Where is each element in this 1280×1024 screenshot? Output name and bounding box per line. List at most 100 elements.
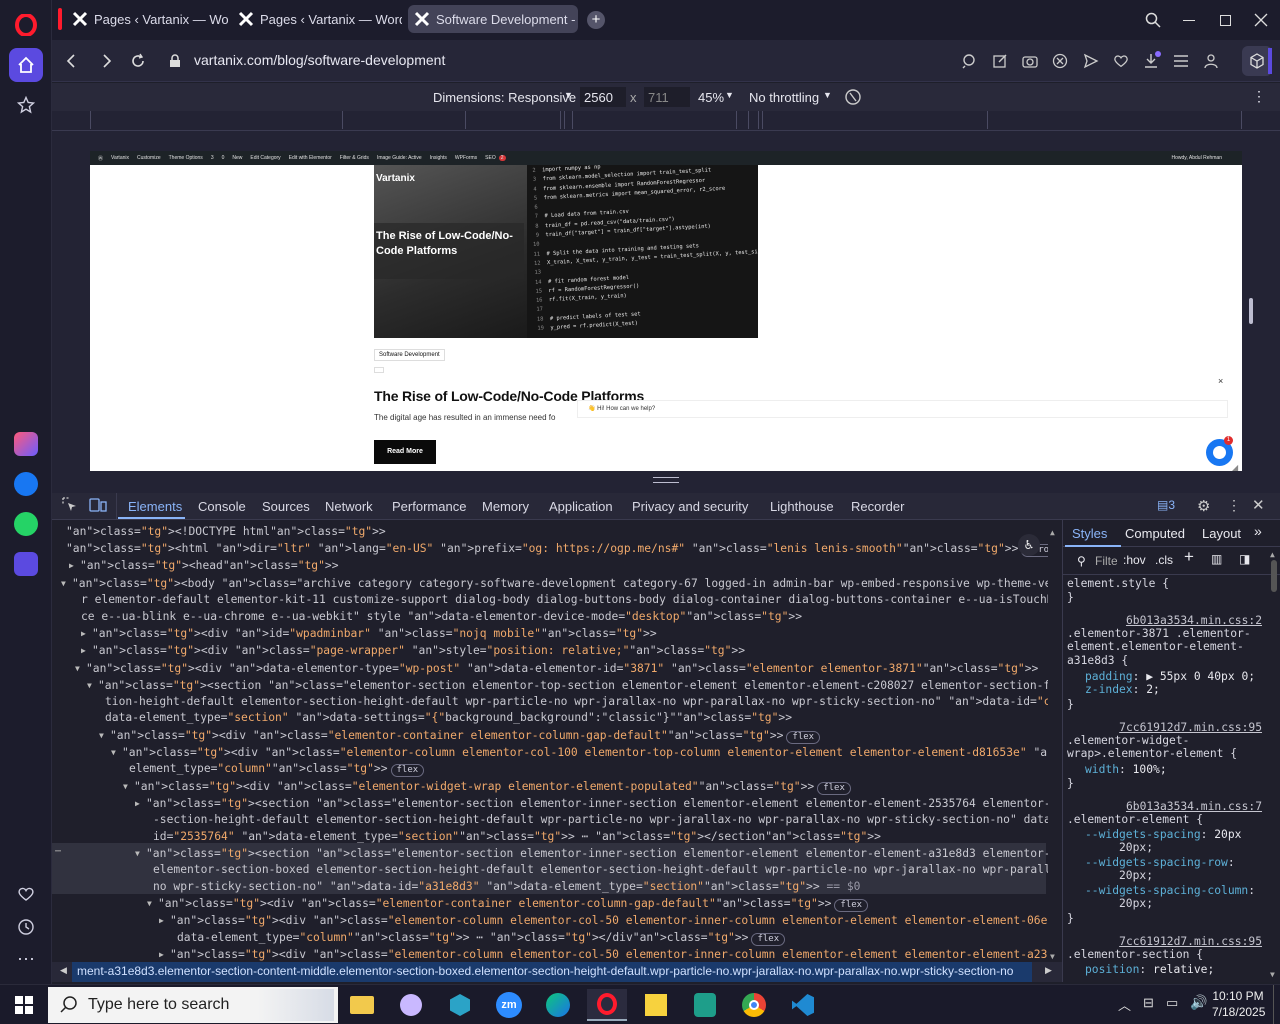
edit-icon[interactable] bbox=[990, 51, 1010, 71]
elements-scrollbar[interactable]: ▲ ▼ bbox=[1048, 520, 1062, 962]
expand-toggle-icon[interactable]: ▼ bbox=[111, 744, 116, 761]
admin-bar-elementor[interactable]: Edit with Elementor bbox=[289, 155, 332, 161]
layout-badge[interactable]: flex bbox=[751, 933, 786, 946]
style-rule-line[interactable]: element.style { bbox=[1067, 577, 1169, 591]
accessibility-icon[interactable]: ♿ bbox=[1018, 534, 1040, 556]
expand-toggle-icon[interactable]: ▼ bbox=[61, 575, 66, 592]
expand-toggle-icon[interactable]: ▼ bbox=[135, 845, 140, 862]
tab-elements[interactable]: Elements bbox=[128, 499, 182, 514]
style-rule-line[interactable]: 20px; bbox=[1119, 841, 1153, 855]
style-rule-line[interactable]: } bbox=[1067, 777, 1074, 791]
style-rule-line[interactable]: } bbox=[1067, 912, 1074, 926]
dom-node-line[interactable]: id="2535764" "an">data-element_type="sec… bbox=[153, 828, 881, 845]
style-rule-line[interactable]: 20px; bbox=[1119, 869, 1153, 883]
admin-bar-filters[interactable]: Filter & Grids bbox=[340, 155, 369, 161]
layout-badge[interactable]: flex bbox=[817, 782, 851, 795]
resize-corner-icon[interactable]: ◢ bbox=[1232, 463, 1238, 471]
tab-pages-1[interactable]: Pages ‹ Vartanix — WordP bbox=[66, 5, 228, 33]
style-rule-line[interactable]: width: 100%; bbox=[1085, 763, 1167, 777]
dom-node-line[interactable]: ▶ "an">class="tg"><div "an">id="wpadminba… bbox=[81, 625, 657, 642]
expand-toggle-icon[interactable]: ▼ bbox=[75, 660, 80, 677]
admin-bar-theme-options[interactable]: Theme Options bbox=[169, 155, 203, 161]
site-logo[interactable]: Vartanix bbox=[376, 173, 415, 184]
style-rule-line[interactable]: --widgets-spacing-column: bbox=[1085, 884, 1255, 898]
dom-node-line[interactable]: data-element_type="column""an">class="tg… bbox=[177, 929, 786, 946]
tab-recorder[interactable]: Recorder bbox=[851, 499, 904, 514]
camera-icon[interactable] bbox=[1020, 51, 1040, 71]
style-rule-line[interactable]: .elementor-element { bbox=[1067, 813, 1203, 827]
dom-node-line[interactable]: -section-height-default elementor-sectio… bbox=[153, 811, 1058, 828]
search-tabs-icon[interactable] bbox=[1141, 8, 1165, 32]
tray-chevron-icon[interactable]: ︿ bbox=[1118, 995, 1131, 1014]
style-rule-line[interactable]: a31e8d3 { bbox=[1067, 654, 1128, 668]
app-script-icon[interactable] bbox=[685, 989, 725, 1021]
chat-close-icon[interactable]: × bbox=[1218, 376, 1223, 386]
sticky-notes-icon[interactable] bbox=[636, 989, 676, 1021]
easy-setup-icon[interactable] bbox=[1171, 51, 1191, 71]
admin-bar-insights[interactable]: Insights bbox=[430, 155, 447, 161]
history-icon[interactable] bbox=[9, 910, 43, 944]
volume-icon[interactable]: 🔊 bbox=[1190, 994, 1207, 1011]
tab-styles[interactable]: Styles bbox=[1072, 527, 1107, 541]
minimize-button[interactable] bbox=[1177, 8, 1201, 32]
dom-node-line[interactable]: ▼ "an">class="tg"><div "an">class="elemen… bbox=[99, 727, 821, 744]
dom-node-line[interactable]: element_type="column""an">class="tg">> fl… bbox=[129, 760, 425, 777]
layout-badge[interactable]: flex bbox=[390, 764, 425, 777]
chevron-down-icon[interactable]: ▼ bbox=[564, 90, 573, 100]
expand-toggle-icon[interactable]: ▼ bbox=[99, 727, 104, 744]
stylesheet-link[interactable]: 7cc61912d7.min.css:95 bbox=[1119, 935, 1262, 949]
dom-node-line[interactable]: ▼ "an">class="tg"><section "an">class="el… bbox=[135, 845, 1062, 862]
dom-node-line[interactable]: ▶ "an">class="tg"><section "an">class="el… bbox=[135, 795, 1062, 812]
reload-button[interactable] bbox=[127, 50, 149, 72]
dom-node-line[interactable]: r elementor-default elementor-kit-11 cus… bbox=[81, 591, 1062, 608]
messenger-icon[interactable] bbox=[9, 467, 43, 501]
dom-node-line[interactable]: no wpr-sticky-section-no" "an">data-id="… bbox=[153, 878, 860, 895]
home-icon[interactable] bbox=[9, 48, 43, 82]
breadcrumb-right-arrow-icon[interactable]: ▶ bbox=[1045, 965, 1052, 976]
styles-scrollbar[interactable]: ▲ ▼ bbox=[1267, 548, 1280, 982]
read-more-button[interactable]: Read More bbox=[374, 440, 436, 464]
admin-bar-site[interactable]: Vartanix bbox=[111, 155, 129, 161]
dom-node-line[interactable]: ▶ "an">class="tg"><div "an">class="elemen… bbox=[159, 912, 1062, 929]
app-icon[interactable] bbox=[440, 989, 480, 1021]
class-toggle[interactable]: .cls bbox=[1155, 553, 1173, 567]
tab-computed[interactable]: Computed bbox=[1125, 527, 1185, 541]
dom-node-line[interactable]: ▼ "an">class="tg"><body "an">class="archi… bbox=[61, 575, 1062, 592]
style-rule-line[interactable]: position: relative; bbox=[1085, 963, 1214, 977]
inspect-element-icon[interactable] bbox=[62, 497, 78, 516]
chevron-down-icon[interactable]: ▼ bbox=[823, 90, 832, 100]
stylesheet-link[interactable]: 6b013a3534.min.css:7 bbox=[1126, 800, 1262, 814]
node-actions-icon[interactable]: ⋯ bbox=[55, 843, 61, 860]
dom-node-line[interactable]: "an">class="tg"><!DOCTYPE html"an">class… bbox=[66, 523, 386, 540]
dom-node-line[interactable]: ▼ "an">class="tg"><div "an">class="elemen… bbox=[147, 895, 869, 912]
star-icon[interactable] bbox=[9, 88, 43, 122]
network-icon[interactable]: ▭ bbox=[1166, 995, 1178, 1011]
whatsapp-icon[interactable] bbox=[9, 507, 43, 541]
dom-node-line[interactable]: elementor-section-boxed elementor-sectio… bbox=[153, 861, 1062, 878]
admin-bar-customize[interactable]: Customize bbox=[137, 155, 161, 161]
expand-toggle-icon[interactable]: ▶ bbox=[135, 795, 140, 812]
url-field[interactable]: vartanix.com/blog/software-development bbox=[194, 52, 445, 68]
new-tab-button[interactable]: + bbox=[587, 11, 605, 29]
styles-filter-input[interactable]: Filter bbox=[1095, 554, 1117, 568]
dom-node-line[interactable]: ▼ "an">class="tg"><div "an">data-elemento… bbox=[75, 660, 1038, 677]
tab-performance[interactable]: Performance bbox=[392, 499, 466, 514]
close-devtools-icon[interactable]: ✕ bbox=[1252, 496, 1265, 514]
tab-console[interactable]: Console bbox=[198, 499, 246, 514]
style-rule-line[interactable]: } bbox=[1067, 591, 1074, 605]
paint-brush-icon[interactable]: ▥ bbox=[1211, 552, 1222, 566]
opera-taskbar-icon[interactable] bbox=[587, 989, 627, 1021]
heart-icon[interactable] bbox=[9, 877, 43, 911]
stylesheet-link[interactable]: 6b013a3534.min.css:2 bbox=[1126, 614, 1262, 628]
back-button[interactable] bbox=[60, 50, 82, 72]
tab-layout[interactable]: Layout bbox=[1202, 527, 1241, 541]
style-rule-line[interactable]: } bbox=[1067, 698, 1074, 712]
file-explorer-icon[interactable] bbox=[342, 989, 382, 1021]
admin-bar-updates[interactable]: 3 bbox=[211, 155, 214, 161]
more-icon[interactable]: ⋯ bbox=[9, 942, 43, 976]
profile-icon[interactable] bbox=[1201, 51, 1221, 71]
paint-app-icon[interactable] bbox=[391, 989, 431, 1021]
stylesheet-link[interactable]: 7cc61912d7.min.css:95 bbox=[1119, 721, 1262, 735]
width-input[interactable]: 2560 bbox=[580, 87, 626, 107]
expand-toggle-icon[interactable]: ▶ bbox=[69, 557, 74, 574]
